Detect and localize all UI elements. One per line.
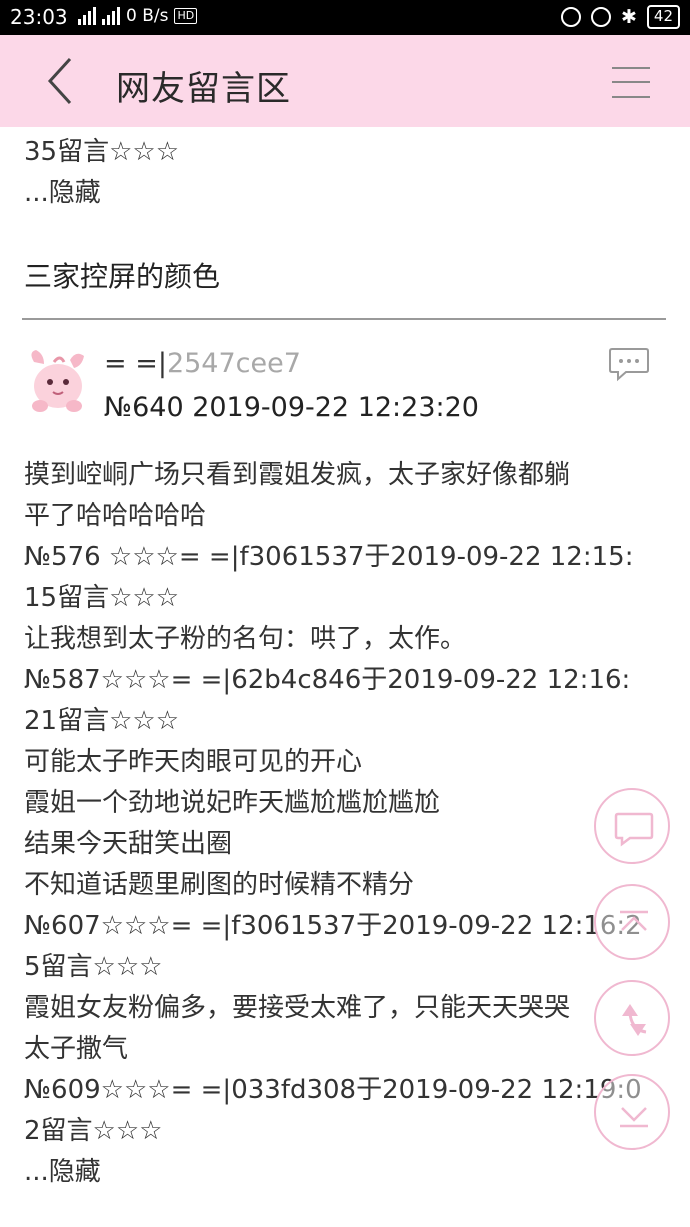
author-id[interactable]: 2547cee7 <box>167 348 301 379</box>
body-line: 平了哈哈哈哈哈 <box>24 501 207 531</box>
quote-line: №609☆☆☆= =|033fd308于2019-09-22 12:19:0 <box>24 1075 642 1105</box>
body-line: 可能太子昨天肉眼可见的开心 <box>24 747 363 777</box>
scroll-bottom-icon <box>620 1107 648 1128</box>
fab-scroll-bottom-button[interactable] <box>594 1074 670 1150</box>
comment-icon <box>614 812 654 847</box>
status-bar: 23:03 0 B/s HD ✱ 42 <box>0 0 690 35</box>
scroll-top-icon <box>620 910 648 931</box>
fab-scroll-top-button[interactable] <box>594 884 670 960</box>
quote-line: №607☆☆☆= =|f3061537于2019-09-22 12:16:2 <box>24 911 642 941</box>
pink-creature-avatar-icon <box>31 350 84 412</box>
hd-badge: HD <box>174 8 198 24</box>
quote-line: 21留言☆☆☆ <box>24 706 180 736</box>
hidden-toggle[interactable]: ...隐藏 <box>24 1152 669 1193</box>
quote-line: 15留言☆☆☆ <box>24 583 180 613</box>
mute-icon <box>560 7 581 27</box>
reply-button[interactable] <box>608 346 650 382</box>
post-meta: №640 2019-09-22 12:23:20 <box>104 392 479 423</box>
quote-line: 5留言☆☆☆ <box>24 952 163 982</box>
quote-line: №576 ☆☆☆= =|f3061537于2019-09-22 12:15: <box>24 542 634 572</box>
body-line: 霞姐一个劲地说妃昨天尴尬尴尬尴尬 <box>24 788 441 818</box>
quote-line: №587☆☆☆= =|62b4c846于2019-09-22 12:16: <box>24 665 631 695</box>
net-speed: 0 B/s <box>126 6 169 26</box>
chevron-left-icon <box>47 57 72 105</box>
signal-icon-2 <box>102 7 120 25</box>
signal-icon <box>78 7 96 25</box>
body-line: 让我想到太子粉的名句：哄了，太作。 <box>24 624 467 654</box>
quote-line: 2留言☆☆☆ <box>24 1116 163 1146</box>
snippet-line: 35留言☆☆☆ <box>24 137 180 167</box>
lock-icon <box>590 7 611 27</box>
app-header: 网友留言区 <box>0 35 690 127</box>
refresh-icon <box>622 1004 647 1036</box>
menu-button[interactable] <box>610 65 652 101</box>
status-time: 23:03 <box>10 5 68 29</box>
post-author: = =|2547cee7 <box>104 348 301 379</box>
battery-indicator: 42 <box>646 5 680 29</box>
post-body: 摸到崆峒广场只看到霞姐发疯，太子家好像都躺 平了哈哈哈哈哈 №576 ☆☆☆= … <box>24 455 669 1193</box>
body-line: 摸到崆峒广场只看到霞姐发疯，太子家好像都躺 <box>24 460 571 490</box>
section-divider <box>22 318 666 320</box>
avatar[interactable] <box>26 348 90 416</box>
section-title: 三家控屏的颜色 <box>24 260 221 293</box>
body-line: 霞姐女友粉偏多，要接受太难了，只能天天哭哭 <box>24 993 571 1023</box>
body-line: 不知道话题里刷图的时候精不精分 <box>24 870 415 900</box>
status-right: ✱ 42 <box>560 5 680 29</box>
page-title: 网友留言区 <box>116 69 291 109</box>
hidden-toggle[interactable]: ...隐藏 <box>24 173 669 214</box>
comment-icon <box>609 348 649 382</box>
fab-comment-button[interactable] <box>594 788 670 864</box>
bluetooth-icon: ✱ <box>620 6 637 28</box>
author-prefix: = =| <box>104 348 167 379</box>
fab-refresh-button[interactable] <box>594 980 670 1056</box>
back-button[interactable] <box>40 53 90 109</box>
network-indicators: 0 B/s HD <box>78 6 198 26</box>
previous-comment-snippet: 35留言☆☆☆ ...隐藏 <box>24 132 669 214</box>
body-line: 太子撒气 <box>24 1034 129 1064</box>
body-line: 结果今天甜笑出圈 <box>24 829 233 859</box>
